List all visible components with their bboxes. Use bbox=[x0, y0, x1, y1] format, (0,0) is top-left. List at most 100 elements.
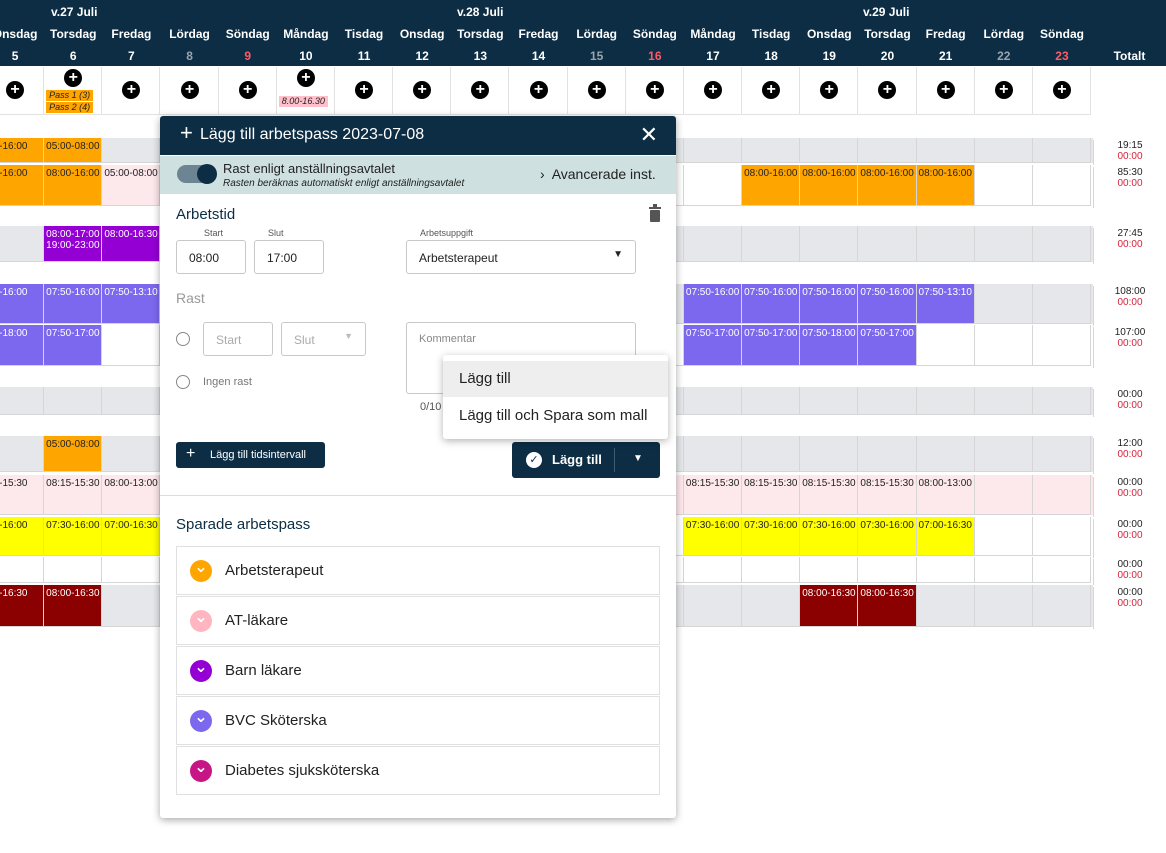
start-time-input[interactable]: 08:00 bbox=[176, 240, 246, 274]
rast-time-radio[interactable] bbox=[176, 332, 190, 346]
empty-cell[interactable] bbox=[974, 138, 1033, 163]
empty-cell[interactable] bbox=[44, 387, 103, 415]
end-time-input[interactable]: 17:00 bbox=[254, 240, 324, 274]
shift-cell[interactable]: 30-16:00 bbox=[0, 517, 45, 556]
empty-cell[interactable] bbox=[683, 226, 743, 262]
empty-cell[interactable] bbox=[102, 138, 161, 163]
empty-cell[interactable] bbox=[0, 226, 45, 262]
empty-cell[interactable] bbox=[916, 387, 975, 415]
empty-cell[interactable] bbox=[0, 436, 45, 472]
empty-cell[interactable] bbox=[974, 226, 1033, 262]
empty-cell[interactable] bbox=[974, 165, 1033, 206]
shift-cell[interactable]: 00-16:00 bbox=[0, 165, 45, 206]
shift-cell[interactable]: 08:15-15:30 bbox=[858, 475, 917, 515]
empty-cell[interactable] bbox=[800, 138, 859, 163]
empty-cell[interactable] bbox=[1032, 226, 1092, 262]
add-shift-icon[interactable]: + bbox=[1052, 81, 1071, 99]
empty-cell[interactable] bbox=[800, 436, 859, 472]
empty-cell[interactable] bbox=[916, 226, 975, 262]
empty-cell[interactable] bbox=[683, 585, 743, 627]
shift-tag[interactable]: 8.00-16.30 bbox=[278, 96, 328, 107]
empty-cell[interactable] bbox=[858, 138, 917, 163]
add-interval-button[interactable]: + Lägg till tidsintervall bbox=[176, 442, 325, 468]
shift-cell[interactable]: 07:30-16:00 bbox=[742, 517, 801, 556]
rast-toggle[interactable] bbox=[177, 164, 217, 184]
add-shift-icon[interactable]: + bbox=[936, 81, 955, 99]
shift-cell[interactable]: 00-16:30 bbox=[0, 585, 45, 627]
shift-tag[interactable]: Pass 1 (3) bbox=[46, 90, 94, 101]
empty-cell[interactable] bbox=[916, 585, 975, 627]
shift-cell[interactable]: 07:50-16:00 bbox=[683, 284, 743, 324]
menu-item-add[interactable]: Lägg till bbox=[443, 361, 668, 397]
empty-cell[interactable] bbox=[742, 138, 801, 163]
empty-cell[interactable] bbox=[742, 226, 801, 262]
rast-end-select[interactable]: Slut ▼ bbox=[281, 322, 366, 356]
empty-cell[interactable] bbox=[974, 585, 1033, 627]
shift-cell[interactable]: 07:30-16:00 bbox=[44, 517, 103, 556]
shift-cell[interactable]: 07:50-18:00 bbox=[800, 325, 859, 366]
shift-cell[interactable]: 08:15-15:30 bbox=[800, 475, 859, 515]
shift-cell[interactable]: 08:00-16:00 bbox=[44, 165, 103, 206]
shift-cell[interactable]: 07:50-17:00 bbox=[44, 325, 103, 366]
shift-cell[interactable]: 07:30-16:00 bbox=[858, 517, 917, 556]
empty-cell[interactable] bbox=[974, 517, 1033, 556]
empty-cell[interactable] bbox=[742, 436, 801, 472]
empty-cell[interactable] bbox=[102, 436, 161, 472]
empty-cell[interactable] bbox=[974, 557, 1033, 583]
empty-cell[interactable] bbox=[916, 138, 975, 163]
shift-cell[interactable]: 07:50-17:00 bbox=[742, 325, 801, 366]
empty-cell[interactable] bbox=[858, 436, 917, 472]
shift-cell[interactable]: 05:00-08:00 bbox=[44, 138, 103, 163]
add-shift-icon[interactable]: + bbox=[122, 81, 141, 99]
empty-cell[interactable] bbox=[974, 325, 1033, 366]
add-shift-icon[interactable]: + bbox=[6, 81, 25, 99]
add-shift-icon[interactable]: + bbox=[413, 81, 432, 99]
empty-cell[interactable] bbox=[742, 387, 801, 415]
empty-cell[interactable] bbox=[0, 387, 45, 415]
shift-cell[interactable]: 07:00-16:30 bbox=[102, 517, 161, 556]
add-shift-icon[interactable]: + bbox=[355, 81, 374, 99]
shift-cell[interactable]: 07:50-16:00 bbox=[858, 284, 917, 324]
empty-cell[interactable] bbox=[916, 557, 975, 583]
shift-cell[interactable]: 07:50-16:00 bbox=[44, 284, 103, 324]
add-shift-icon[interactable]: + bbox=[296, 69, 315, 87]
shift-cell[interactable]: 08:00-17:00 19:00-23:00 bbox=[44, 226, 103, 262]
empty-cell[interactable] bbox=[102, 387, 161, 415]
empty-cell[interactable] bbox=[1032, 517, 1092, 556]
add-shift-icon[interactable]: + bbox=[529, 81, 548, 99]
add-button[interactable]: ✓ Lägg till bbox=[512, 442, 614, 478]
add-shift-icon[interactable]: + bbox=[238, 81, 257, 99]
trash-icon[interactable] bbox=[648, 204, 662, 222]
empty-cell[interactable] bbox=[683, 436, 743, 472]
saved-shift-item[interactable]: ⌄ Arbetsterapeut bbox=[176, 546, 660, 595]
shift-cell[interactable]: 08:15-15:30 bbox=[683, 475, 743, 515]
empty-cell[interactable] bbox=[858, 226, 917, 262]
shift-cell[interactable]: 15-15:30 bbox=[0, 475, 45, 515]
shift-cell[interactable]: 07:50-17:00 bbox=[683, 325, 743, 366]
empty-cell[interactable] bbox=[858, 387, 917, 415]
shift-cell[interactable]: 08:00-16:00 bbox=[800, 165, 859, 206]
shift-cell[interactable]: 00-16:00 bbox=[0, 138, 45, 163]
empty-cell[interactable] bbox=[800, 226, 859, 262]
empty-cell[interactable] bbox=[102, 557, 161, 583]
add-shift-icon[interactable]: + bbox=[180, 81, 199, 99]
empty-cell[interactable] bbox=[1032, 284, 1092, 324]
saved-shift-item[interactable]: ⌄ BVC Sköterska bbox=[176, 696, 660, 745]
add-shift-icon[interactable]: + bbox=[762, 81, 781, 99]
shift-cell[interactable]: 08:00-16:30 bbox=[800, 585, 859, 627]
shift-cell[interactable]: 08:00-13:00 bbox=[102, 475, 161, 515]
add-shift-icon[interactable]: + bbox=[994, 81, 1013, 99]
shift-cell[interactable]: 07:50-13:10 bbox=[102, 284, 161, 324]
saved-shift-item[interactable]: ⌄ Diabetes sjuksköterska bbox=[176, 746, 660, 795]
shift-cell[interactable]: 07:50-17:00 bbox=[858, 325, 917, 366]
saved-shift-item[interactable]: ⌄ AT-läkare bbox=[176, 596, 660, 645]
shift-cell[interactable]: 07:30-16:00 bbox=[800, 517, 859, 556]
empty-cell[interactable] bbox=[1032, 436, 1092, 472]
add-shift-icon[interactable]: + bbox=[878, 81, 897, 99]
no-rast-radio[interactable] bbox=[176, 375, 190, 389]
menu-item-add-save-template[interactable]: Lägg till och Spara som mall bbox=[443, 398, 668, 434]
shift-cell[interactable]: 08:15-15:30 bbox=[44, 475, 103, 515]
shift-cell[interactable]: 07:50-16:00 bbox=[742, 284, 801, 324]
rast-start-input[interactable]: Start bbox=[203, 322, 273, 356]
empty-cell[interactable] bbox=[974, 475, 1033, 515]
